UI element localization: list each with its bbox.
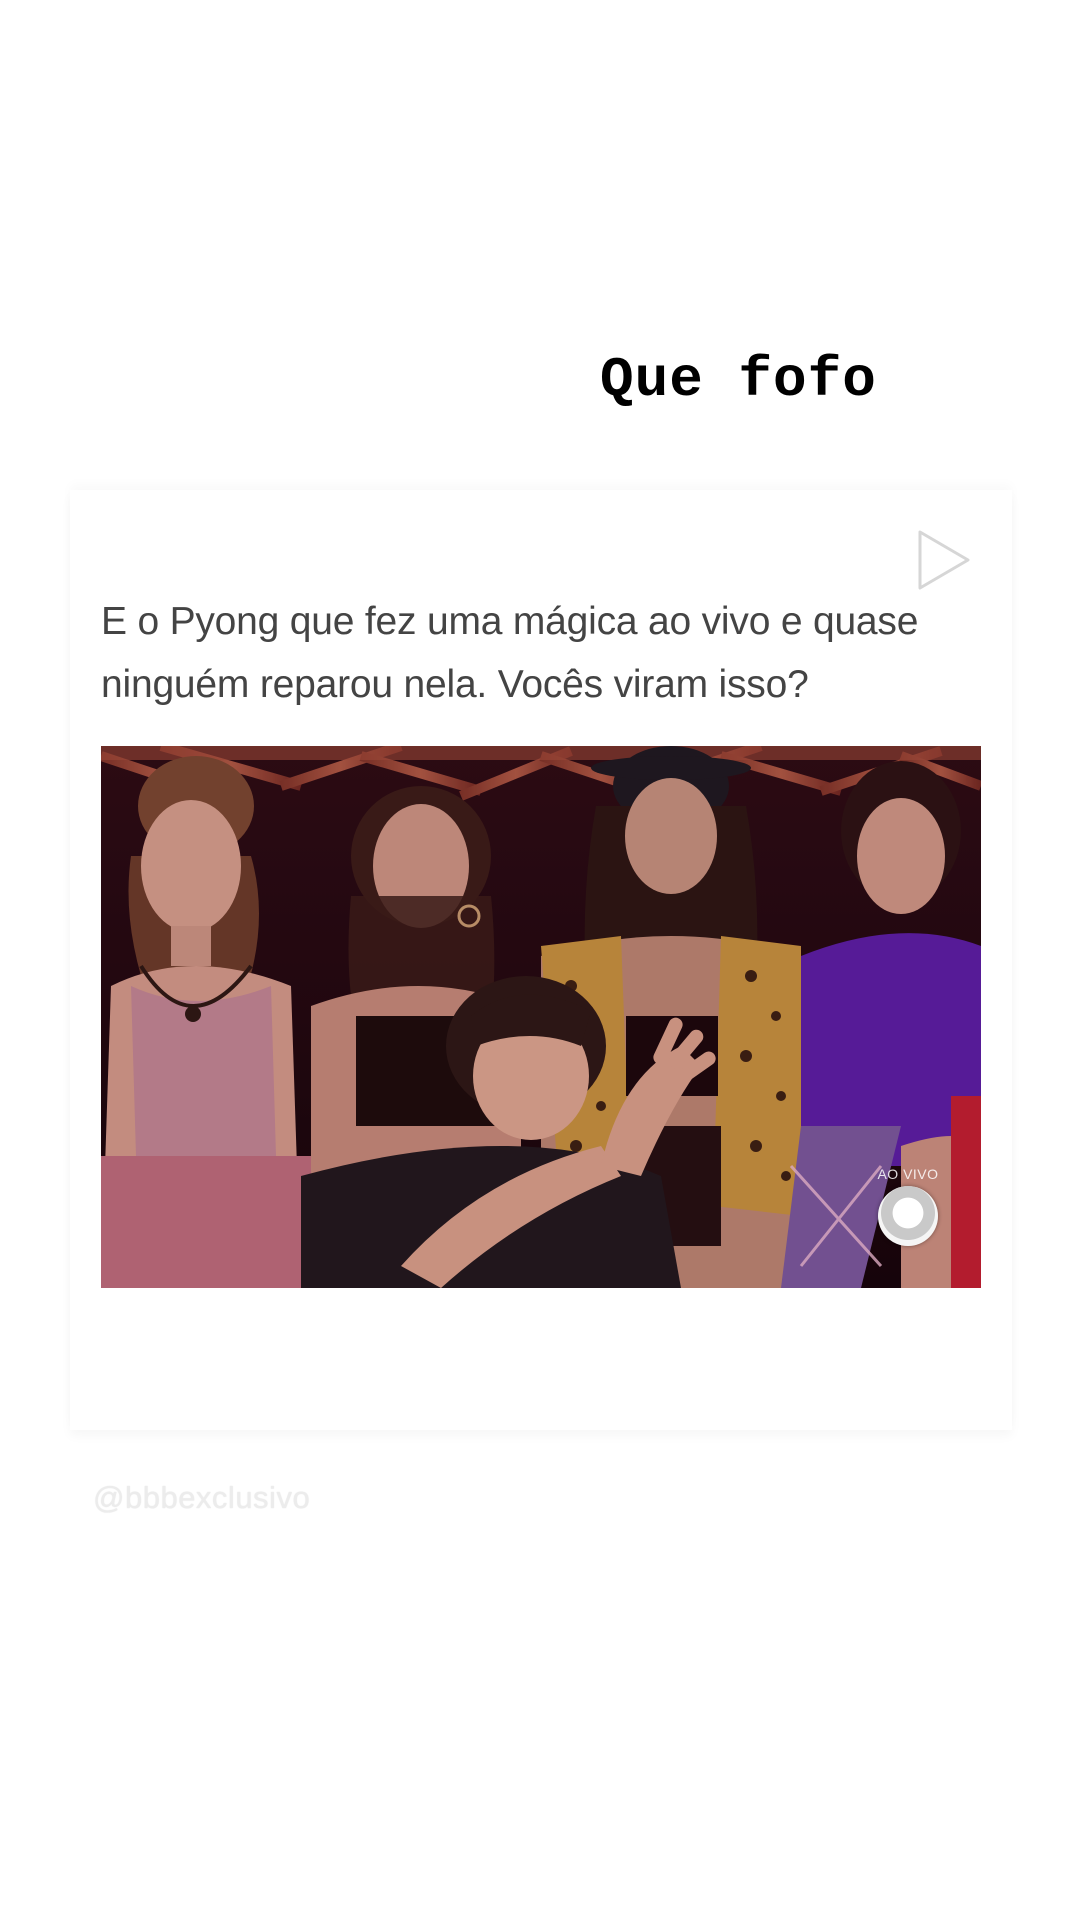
live-badge: AO VIVO (873, 1166, 943, 1246)
shared-post-card[interactable]: E o Pyong que fez uma mágica ao vivo e q… (70, 490, 1012, 1430)
post-text: E o Pyong que fez uma mágica ao vivo e q… (101, 600, 919, 706)
video-scene (101, 746, 981, 1288)
watermark-handle: @bbbexclusivo (93, 1480, 311, 1515)
video-thumbnail[interactable]: AO VIVO (101, 746, 981, 1288)
globo-logo-icon (878, 1186, 938, 1246)
live-label: AO VIVO (877, 1166, 939, 1182)
play-icon[interactable] (906, 524, 978, 596)
story-caption: Que fofo (600, 348, 877, 412)
